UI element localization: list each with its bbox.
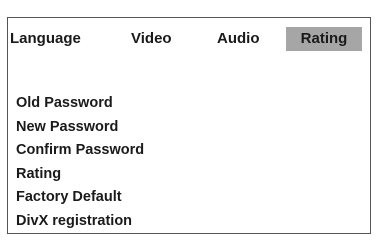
menu-item-new-password[interactable]: New Password (16, 116, 144, 140)
menu-item-factory-default[interactable]: Factory Default (16, 186, 144, 210)
tab-video[interactable]: Video (131, 27, 172, 51)
menu-item-confirm-password[interactable]: Confirm Password (16, 139, 144, 163)
menu-item-old-password[interactable]: Old Password (16, 92, 144, 116)
rating-menu-list: Old Password New Password Confirm Passwo… (16, 92, 144, 234)
tab-audio[interactable]: Audio (217, 27, 260, 51)
menu-item-rating[interactable]: Rating (16, 163, 144, 187)
menu-item-divx-registration[interactable]: DivX registration (16, 210, 144, 234)
setup-tab-bar: Language Video Audio Rating (10, 27, 362, 51)
tab-language[interactable]: Language (10, 27, 81, 51)
tab-rating[interactable]: Rating (286, 27, 362, 51)
